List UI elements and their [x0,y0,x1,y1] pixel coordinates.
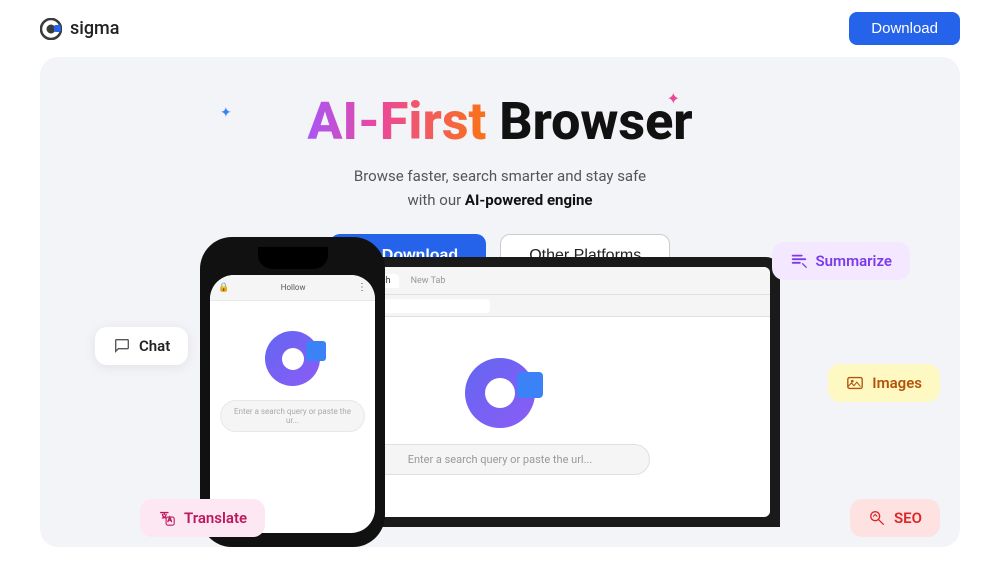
hero-section: ✦ ✦ AI-First Browser Browse faster, sear… [40,57,960,547]
seo-icon [868,509,886,527]
badge-summarize: Summarize [772,242,910,280]
title-first: First [380,91,486,152]
phone-browser-bar: 🔒 Hollow ⋮ [210,275,375,301]
phone-sigma-square [306,341,326,361]
phone-search-bar: Enter a search query or paste the ur... [220,400,365,432]
phone-menu-icon: ⋮ [357,282,367,293]
title-browser: Browser [486,91,692,152]
badge-chat: Chat [95,327,188,365]
images-label: Images [872,374,922,392]
browser-tab-new: New Tab [403,274,454,288]
phone-url: Hollow [233,283,353,292]
sigma-logo-browser: Enter a search query or paste the url... [350,358,650,475]
sigma-logo-icon [40,18,62,40]
phone-screen: 🔒 Hollow ⋮ Enter a search query or paste… [210,275,375,533]
navbar: sigma Download [0,0,1000,57]
translate-icon [158,509,176,527]
badge-translate: Translate [140,499,265,537]
summarize-label: Summarize [816,252,892,270]
phone-lock-icon: 🔒 [218,283,229,293]
phone-notch [258,247,328,269]
summarize-icon [790,252,808,270]
nav-download-button[interactable]: Download [849,12,960,45]
phone-content: Enter a search query or paste the ur... [210,301,375,442]
title-ai: AI- [307,91,380,152]
badge-images: Images [828,364,940,402]
laptop-search-bar: Enter a search query or paste the url... [350,444,650,475]
images-icon [846,374,864,392]
logo: sigma [40,18,119,40]
chat-icon [113,337,131,355]
translate-label: Translate [184,509,247,527]
seo-label: SEO [894,509,922,527]
sigma-square [517,372,543,398]
brand-name: sigma [70,18,119,39]
badge-seo: SEO [850,499,940,537]
hero-title: AI-First Browser [80,93,920,150]
chat-label: Chat [139,337,170,355]
hero-subtitle: Browse faster, search smarter and stay s… [80,164,920,212]
